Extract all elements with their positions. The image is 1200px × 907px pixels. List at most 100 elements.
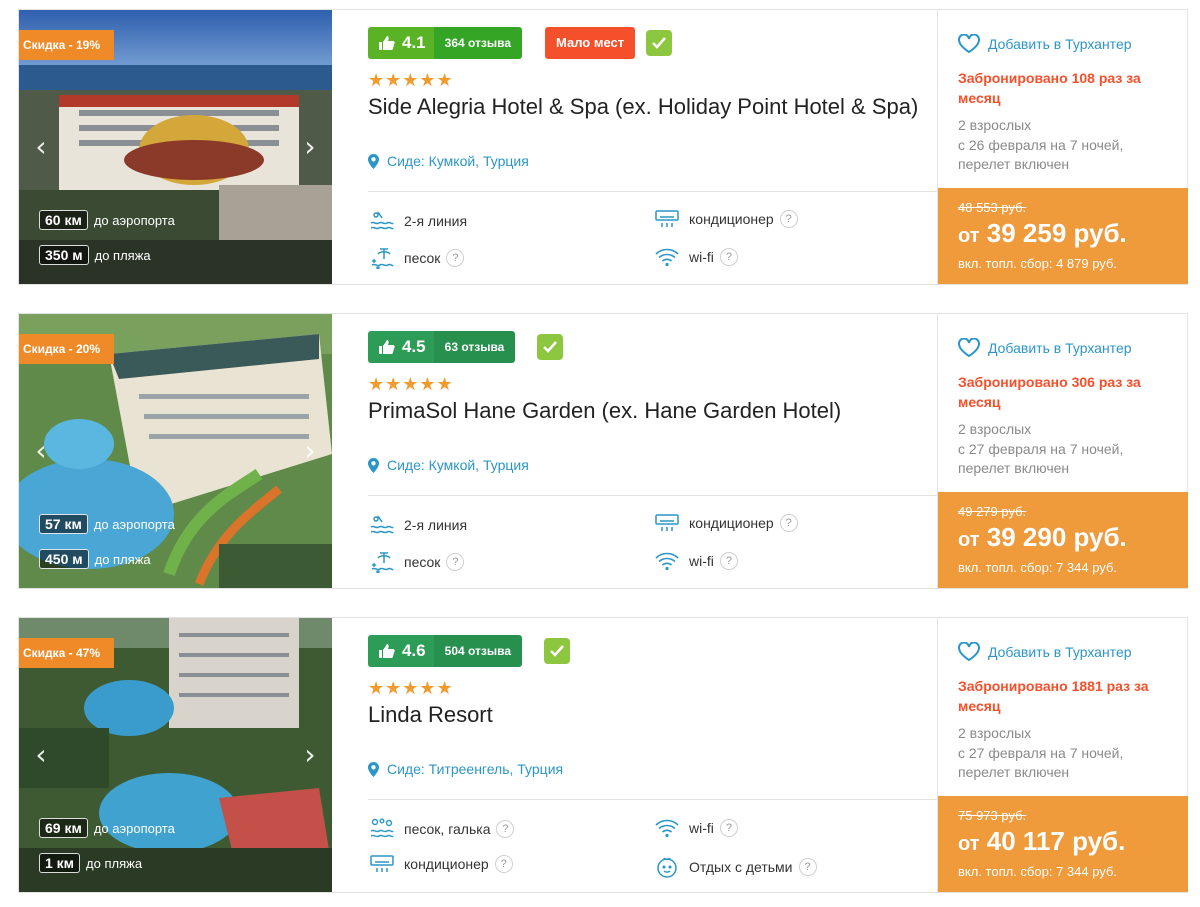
discount-badge: Скидка - 47% xyxy=(19,638,115,668)
hotel-location[interactable]: Сиде: Кумкой, Турция xyxy=(368,457,529,473)
pax-line: 2 взрослых xyxy=(958,117,1032,133)
trip-details: 2 взрослых с 27 февраля на 7 ночей, пере… xyxy=(958,724,1173,783)
current-price: от 39 259 руб. xyxy=(958,218,1127,249)
feature-label: Отдых с детьми xyxy=(689,859,793,875)
beach-distance-label: до пляжа xyxy=(94,247,151,263)
current-price: от 39 290 руб. xyxy=(958,522,1127,553)
hotel-location[interactable]: Сиде: Кумкой, Турция xyxy=(368,153,529,169)
add-to-favorites-label: Добавить в Турхантер xyxy=(988,36,1132,52)
add-to-favorites-link[interactable]: Добавить в Турхантер xyxy=(958,338,1132,358)
verified-check-icon xyxy=(537,334,563,360)
rating-score: 4.5 xyxy=(368,331,434,363)
help-icon[interactable]: ? xyxy=(446,553,465,571)
airport-distance-label: до аэропорта xyxy=(93,820,175,836)
rating-value: 4.5 xyxy=(402,337,426,356)
waves-icon xyxy=(370,515,394,534)
hotel-name[interactable]: PrimaSol Hane Garden (ex. Hane Garden Ho… xyxy=(368,398,841,424)
baby-face-icon xyxy=(657,857,677,878)
feature-label: песок xyxy=(404,250,441,266)
add-to-favorites-link[interactable]: Добавить в Турхантер xyxy=(958,642,1132,662)
dates-line: с 27 февраля на 7 ночей, xyxy=(958,440,1124,457)
next-photo-button[interactable]: › xyxy=(300,740,320,770)
feature-wifi: wi-fi ? xyxy=(655,551,738,571)
hotel-card: Скидка - 47% ‹ › 69 км до аэропорта 1 км… xyxy=(18,617,1188,893)
feature-ac: кондиционер ? xyxy=(655,210,798,228)
beach-distance: 450 м до пляжа xyxy=(39,548,151,570)
airport-distance: 60 км до аэропорта xyxy=(39,209,175,231)
beach-umbrella-icon xyxy=(371,248,394,269)
thumbs-up-icon xyxy=(379,644,395,658)
current-price: от 40 117 руб. xyxy=(958,826,1125,857)
location-text: Сиде: Кумкой, Турция xyxy=(387,153,529,169)
discount-badge: Скидка - 19% xyxy=(19,30,115,60)
divider xyxy=(368,495,937,496)
fuel-fee: вкл. топл. сбор: 7 344 руб. xyxy=(958,864,1117,879)
hotel-photo[interactable]: Скидка - 47% ‹ › 69 км до аэропорта 1 км… xyxy=(19,618,332,892)
feature-sand: песок ? xyxy=(370,247,465,269)
wifi-icon xyxy=(655,248,679,267)
hotel-location[interactable]: Сиде: Титреенгель, Турция xyxy=(368,761,563,777)
feature-label: wi-fi xyxy=(689,553,714,569)
hotel-info: 4.1 364 отзыва Мало мест ★★★★★ Side Aleg… xyxy=(350,10,937,284)
price-from: от xyxy=(958,225,980,247)
few-places-badge: Мало мест xyxy=(545,27,636,59)
rating-badge[interactable]: 4.5 63 отзыва xyxy=(368,331,516,363)
next-photo-button[interactable]: › xyxy=(300,436,320,466)
hotel-name[interactable]: Linda Resort xyxy=(368,702,493,728)
help-icon[interactable]: ? xyxy=(779,210,798,228)
help-icon[interactable]: ? xyxy=(719,552,738,570)
prev-photo-button[interactable]: ‹ xyxy=(31,132,51,162)
price-value: 39 259 руб. xyxy=(986,218,1127,248)
beach-distance-value: 350 м xyxy=(39,245,89,265)
airport-distance-value: 60 км xyxy=(39,210,88,230)
price-from: от xyxy=(958,833,980,855)
price-box[interactable]: 48 553 руб. от 39 259 руб. вкл. топл. сб… xyxy=(938,188,1188,284)
price-box[interactable]: 75 973 руб. от 40 117 руб. вкл. топл. сб… xyxy=(938,796,1188,892)
old-price: 49 279 руб. xyxy=(958,504,1027,519)
rating-value: 4.6 xyxy=(402,641,426,660)
reviews-count: 364 отзыва xyxy=(433,27,523,59)
prev-photo-button[interactable]: ‹ xyxy=(31,740,51,770)
airport-distance-value: 57 км xyxy=(39,514,88,534)
price-box[interactable]: 49 279 руб. от 39 290 руб. вкл. топл. сб… xyxy=(938,492,1188,588)
next-photo-button[interactable]: › xyxy=(300,132,320,162)
airport-distance: 57 км до аэропорта xyxy=(39,513,175,535)
help-icon[interactable]: ? xyxy=(494,855,513,873)
location-text: Сиде: Титреенгель, Турция xyxy=(387,761,564,777)
rating-badge[interactable]: 4.1 364 отзыва xyxy=(368,27,523,59)
flight-line: перелет включен xyxy=(958,460,1070,476)
feature-label: wi-fi xyxy=(689,820,714,836)
hotel-info: 4.5 63 отзыва ★★★★★ PrimaSol Hane Garden… xyxy=(350,314,937,588)
booking-panel: Добавить в Турхантер Забронировано 306 р… xyxy=(937,314,1188,588)
location-pin-icon xyxy=(368,457,379,473)
beach-umbrella-icon xyxy=(371,552,394,573)
help-icon[interactable]: ? xyxy=(719,819,738,837)
heart-icon xyxy=(958,338,980,358)
help-icon[interactable]: ? xyxy=(798,858,817,876)
location-text: Сиде: Кумкой, Турция xyxy=(387,457,529,473)
help-icon[interactable]: ? xyxy=(446,249,465,267)
beach-distance: 1 км до пляжа xyxy=(39,852,142,874)
hotel-name[interactable]: Side Alegria Hotel & Spa (ex. Holiday Po… xyxy=(368,94,918,120)
booking-panel: Добавить в Турхантер Забронировано 1881 … xyxy=(937,618,1188,892)
feature-wifi: wi-fi ? xyxy=(655,818,738,838)
rating-score: 4.6 xyxy=(368,635,434,667)
add-to-favorites-link[interactable]: Добавить в Турхантер xyxy=(958,34,1132,54)
airport-distance-label: до аэропорта xyxy=(93,212,175,228)
feature-label: wi-fi xyxy=(689,249,714,265)
feature-wifi: wi-fi ? xyxy=(655,247,738,267)
help-icon[interactable]: ? xyxy=(496,820,515,838)
rating-badge[interactable]: 4.6 504 отзыва xyxy=(368,635,523,667)
hotel-photo[interactable]: Скидка - 20% ‹ › 57 км до аэропорта 450 … xyxy=(19,314,332,588)
prev-photo-button[interactable]: ‹ xyxy=(31,436,51,466)
verified-check-icon xyxy=(544,638,570,664)
trip-details: 2 взрослых с 27 февраля на 7 ночей, пере… xyxy=(958,420,1173,479)
airport-distance-value: 69 км xyxy=(39,818,88,838)
feature-sand: песок ? xyxy=(370,551,465,573)
divider xyxy=(368,799,937,800)
location-pin-icon xyxy=(368,761,379,777)
discount-badge: Скидка - 20% xyxy=(19,334,115,364)
help-icon[interactable]: ? xyxy=(779,514,798,532)
help-icon[interactable]: ? xyxy=(719,248,738,266)
hotel-photo[interactable]: Скидка - 19% ‹ › 60 км до аэропорта 350 … xyxy=(19,10,332,284)
